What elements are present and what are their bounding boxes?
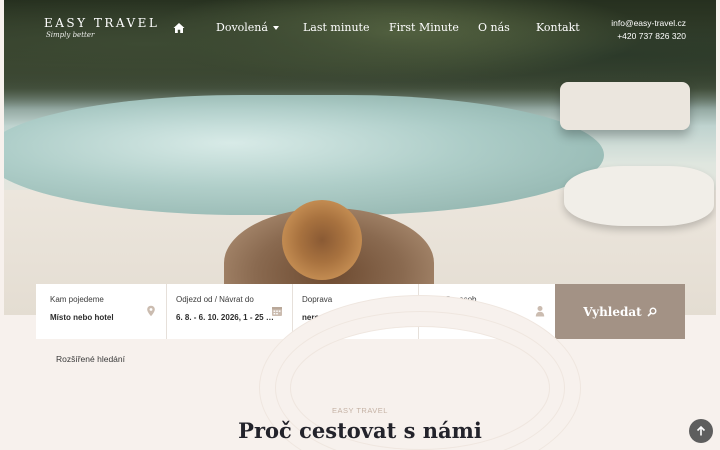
field-value: 6. 8. - 6. 10. 2026, 1 - 25 d... [176,313,274,322]
search-bar: Kam pojedeme Místo nebo hotel Odjezd od … [36,284,555,339]
logo[interactable]: EASY TRAVEL Simply better [44,16,159,39]
hero-hat [282,200,362,280]
search-button[interactable]: Vyhledat [555,284,685,339]
field-value: nerozhoduje [302,313,350,322]
hero-lounger [560,82,690,130]
section-kicker: EASY TRAVEL [332,406,388,415]
top-navigation: EASY TRAVEL Simply better Dovolená Last … [0,0,720,56]
contact-email[interactable]: info@easy-travel.cz [611,17,686,30]
field-label: Skladba osob [428,295,477,304]
dates-field[interactable]: Odjezd od / Návrat do 6. 8. - 6. 10. 202… [167,284,293,339]
scroll-to-top-button[interactable] [689,419,713,443]
home-icon[interactable] [173,22,185,34]
search-button-label: Vyhledat [583,304,642,319]
chevron-down-icon [272,26,279,30]
arrow-up-icon [696,425,706,436]
nav-item-kontakt[interactable]: Kontakt [536,21,580,34]
nav-item-last-minute[interactable]: Last minute [303,21,369,34]
person-icon [535,306,545,317]
search-icon [647,307,657,317]
field-label: Doprava [302,295,333,304]
logo-tagline: Simply better [46,31,95,39]
field-value: 2 dospělí, 0 děti [428,313,489,322]
field-label: Kam pojedeme [50,295,104,304]
contact-phone[interactable]: +420 737 826 320 [611,30,686,43]
field-value: Místo nebo hotel [50,313,114,322]
nav-item-dovolena[interactable]: Dovolená [216,21,279,34]
destination-field[interactable]: Kam pojedeme Místo nebo hotel [36,284,167,339]
globe-icon [398,306,408,316]
logo-wordmark: EASY TRAVEL [44,16,160,30]
contact-info: info@easy-travel.cz +420 737 826 320 [611,17,686,43]
calendar-icon [272,307,282,316]
nav-item-o-nas[interactable]: O nás [478,21,510,34]
field-label: Odjezd od / Návrat do [176,295,254,304]
hero-pool [4,95,604,215]
advanced-search-link[interactable]: Rozšířené hledání [56,354,125,364]
map-pin-icon [147,305,155,317]
nav-item-first-minute[interactable]: First Minute [389,21,459,34]
section-title: Proč cestovat s námi [238,418,482,443]
hero-pillow [564,166,714,226]
nav-item-label: Dovolená [216,21,268,34]
